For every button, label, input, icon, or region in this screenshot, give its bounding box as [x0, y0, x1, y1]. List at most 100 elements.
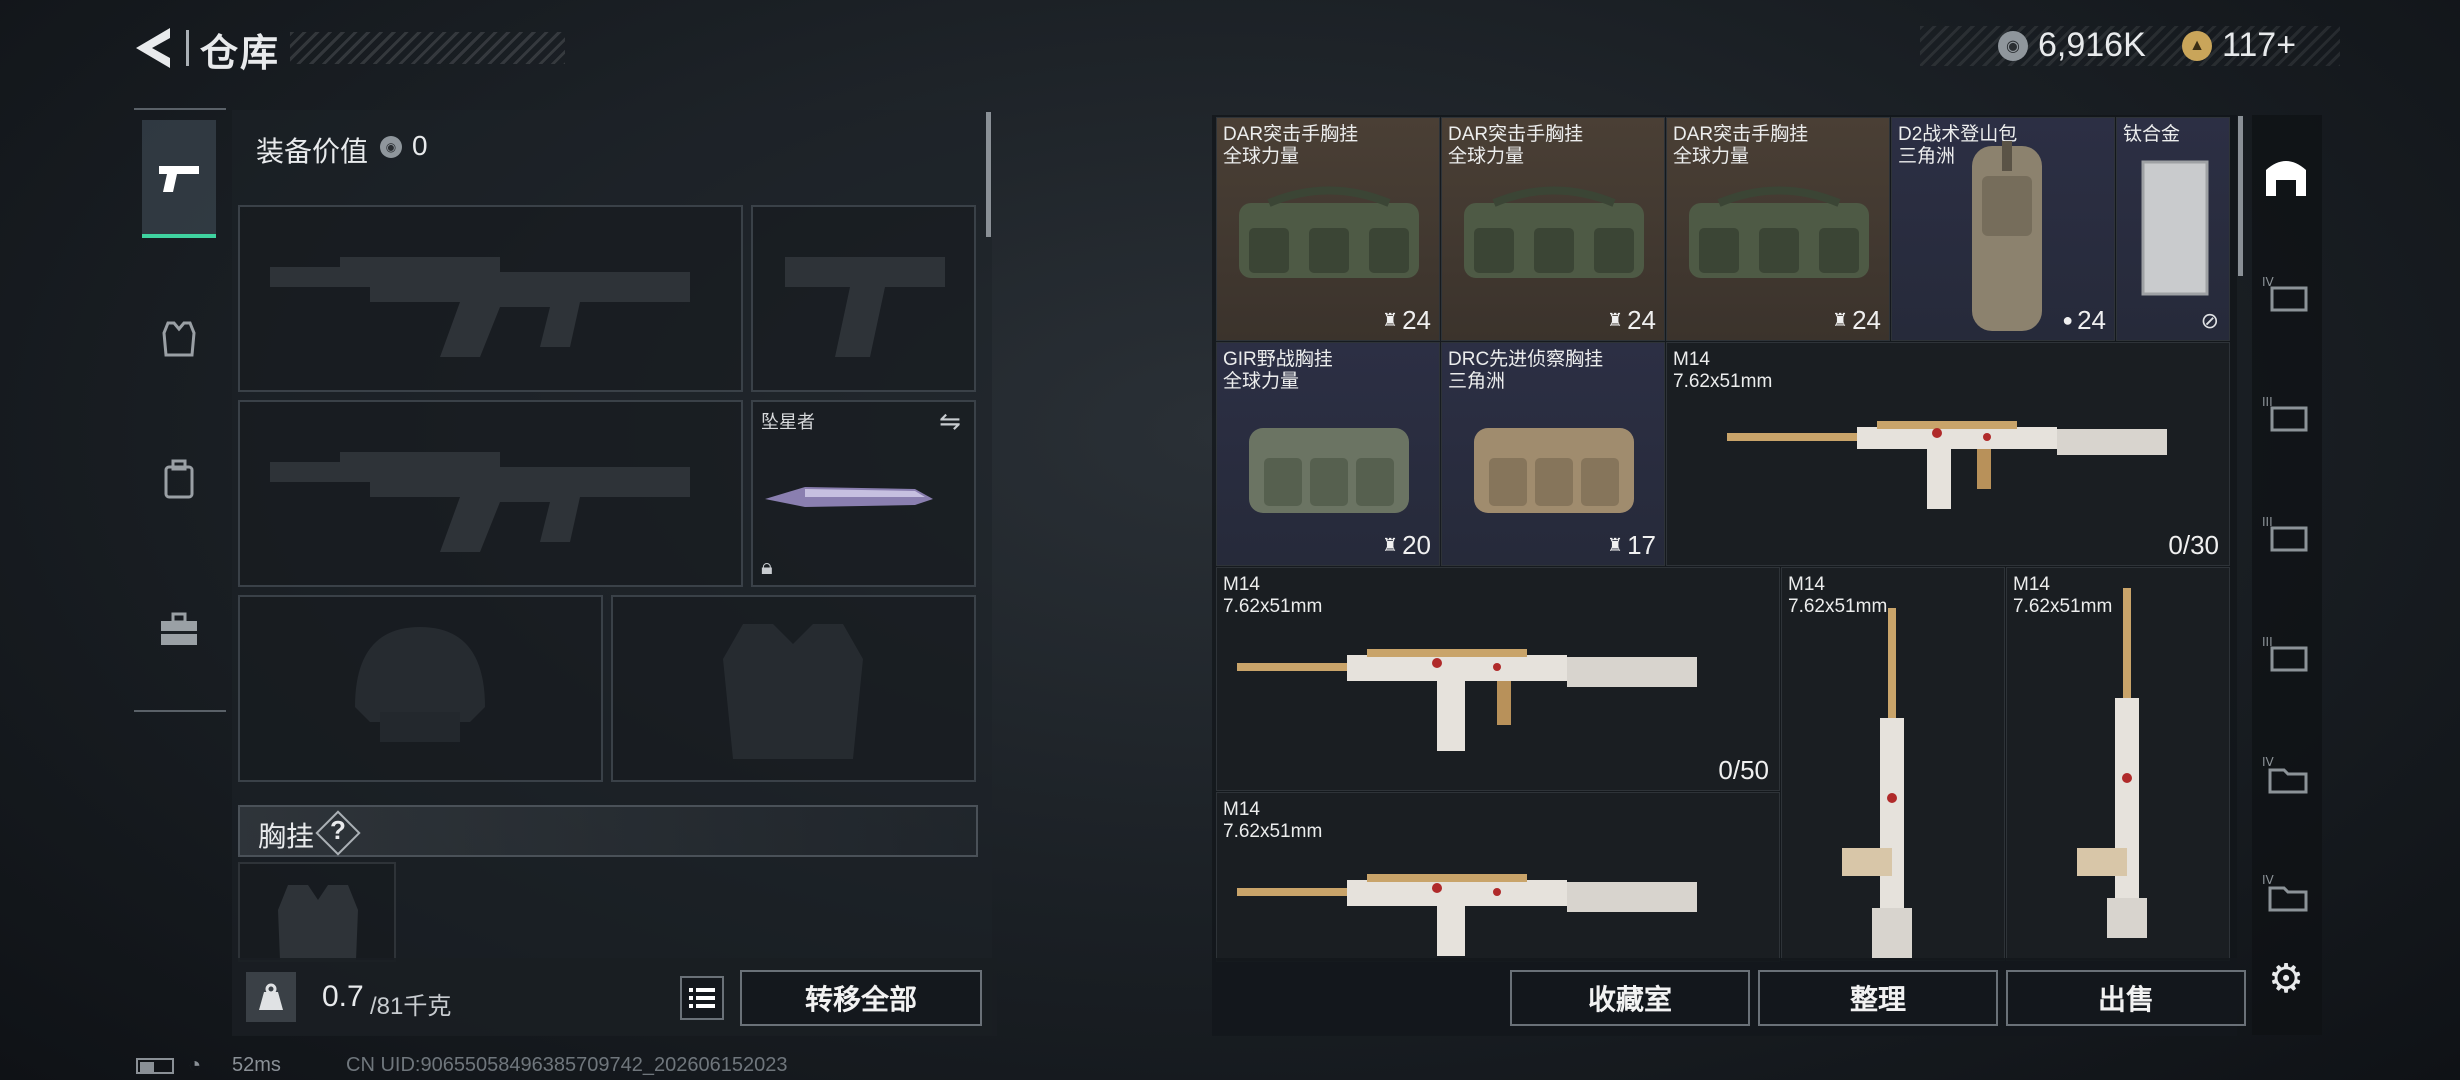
- durability-icon: ♜: [1606, 310, 1624, 330]
- tab-case[interactable]: [142, 570, 216, 688]
- stash-level-icon: III: [2262, 515, 2308, 552]
- item-sub: 7.62x51mm: [1223, 821, 1323, 842]
- m14-rifle-image: [1237, 649, 1697, 751]
- svg-text:IV: IV: [2262, 755, 2275, 769]
- chest-rig-image: [1249, 428, 1409, 513]
- item-sub: 三角洲: [1448, 371, 1506, 392]
- loadout-scrollbar[interactable]: [986, 112, 991, 237]
- back-button[interactable]: [130, 24, 178, 72]
- pistol-silhouette-icon: [785, 257, 945, 357]
- weight-max: /81千克: [370, 993, 452, 1020]
- item-name: GIR野战胸挂: [1223, 349, 1333, 370]
- stash-item-m14[interactable]: M14 7.62x51mm 0/30: [1666, 342, 2230, 566]
- settings-icon[interactable]: ⚙: [2262, 955, 2310, 1003]
- item-count: ♜ 24: [1606, 305, 1656, 335]
- item-count: ♜ 24: [1831, 305, 1881, 335]
- token-icon: ▲: [2182, 31, 2212, 61]
- collection-button[interactable]: 收藏室: [1510, 970, 1750, 1026]
- svg-text:IV: IV: [2262, 873, 2275, 887]
- stash-page-4b[interactable]: IV: [2262, 750, 2310, 798]
- coin-balance: 6,916K: [2038, 26, 2146, 64]
- item-sub: 全球力量: [1223, 371, 1300, 392]
- chest-rig-image: [1239, 186, 1419, 278]
- stash-item-m14[interactable]: M14 7.62x51mm: [1781, 567, 2005, 961]
- item-count: ♜ 17: [1606, 530, 1656, 560]
- coin-icon: ◉: [1998, 31, 2028, 61]
- item-name: M14: [1788, 574, 1825, 595]
- rifle-silhouette-icon: [270, 452, 690, 552]
- item-name: M14: [2013, 574, 2050, 595]
- chest-rig-slot[interactable]: [238, 862, 396, 962]
- item-count: ♜ 20: [1381, 530, 1431, 560]
- item-sub: 全球力量: [1448, 146, 1525, 167]
- ammo-count: 0/50: [1718, 755, 1769, 785]
- item-name: DAR突击手胸挂: [1673, 124, 1809, 145]
- armor-slot[interactable]: [611, 595, 976, 782]
- stash-item-chest-rig[interactable]: DRC先进侦察胸挂 三角洲 ♜ 17: [1441, 342, 1665, 566]
- uid-text: CN UID:9065505849638570974​2_20260615202…: [346, 1054, 788, 1076]
- m14-rifle-image: [1237, 874, 1697, 956]
- stash-item-m14[interactable]: M14 7.62x51mm: [1216, 792, 1780, 962]
- tab-backpack[interactable]: [142, 420, 216, 538]
- sell-button[interactable]: 出售: [2006, 970, 2246, 1026]
- stash-item-backpack[interactable]: D2战术登山包 三角洲 ● 24: [1891, 117, 2115, 341]
- stash-folder-icon: IV: [2262, 873, 2308, 912]
- backpack-icon: [164, 459, 194, 499]
- tab-weapons[interactable]: [142, 120, 216, 238]
- title-divider: [186, 30, 189, 66]
- equipment-value-label: 装备价值: [256, 136, 369, 167]
- chest-rig-label: 胸挂: [258, 821, 315, 852]
- pistol-slot[interactable]: [751, 205, 976, 392]
- armor-vest-icon: [162, 321, 196, 357]
- melee-slot[interactable]: 坠星者 ⇋ 🔒︎: [751, 400, 976, 587]
- stash-scrollbar[interactable]: [2238, 116, 2243, 276]
- stash-item-chest-rig[interactable]: DAR突击手胸挂 全球力量 ♜ 24: [1666, 117, 1890, 341]
- swap-icon[interactable]: ⇋: [939, 406, 961, 437]
- stash-page-4a[interactable]: IV: [2262, 270, 2310, 318]
- stash-item-chest-rig[interactable]: DAR突击手胸挂 全球力量 ♜ 24: [1216, 117, 1440, 341]
- stash-item-titanium[interactable]: 钛合金 ⊘: [2116, 117, 2230, 341]
- item-count: ● 24: [2062, 305, 2106, 335]
- item-sub: 三角洲: [1898, 146, 1956, 167]
- transfer-all-button[interactable]: 转移全部: [740, 970, 982, 1026]
- item-name: M14: [1223, 574, 1260, 595]
- stash-page-3b[interactable]: III: [2262, 510, 2310, 558]
- tabs-bottom-line: [134, 710, 226, 712]
- token-balance: 117+: [2222, 26, 2297, 64]
- stash-level-icon: III: [2262, 635, 2308, 672]
- primary-weapon-slot[interactable]: [238, 205, 743, 392]
- stash-item-chest-rig[interactable]: DAR突击手胸挂 全球力量 ♜ 24: [1441, 117, 1665, 341]
- stash-page-main[interactable]: [2262, 152, 2310, 200]
- weight-current: 0.7: [322, 980, 364, 1013]
- chest-rig-silhouette-icon: [278, 885, 358, 960]
- item-count: ♜ 24: [1381, 305, 1431, 335]
- backpack-small-icon: ●: [2062, 310, 2074, 330]
- item-name: M14: [1673, 349, 1710, 370]
- helmet-slot[interactable]: [238, 595, 603, 782]
- stash-item-chest-rig[interactable]: GIR野战胸挂 全球力量 ♜ 20: [1216, 342, 1440, 566]
- weight-icon: [246, 972, 296, 1022]
- tab-gear[interactable]: [142, 280, 216, 398]
- rifle-silhouette-icon: [270, 257, 690, 357]
- list-icon: [689, 988, 715, 1008]
- item-sub: 全球力量: [1223, 146, 1300, 167]
- titanium-plate-image: [2141, 160, 2209, 296]
- stash-page-4c[interactable]: IV: [2262, 868, 2310, 916]
- help-icon[interactable]: ?: [330, 815, 346, 846]
- backpack-image: [1972, 141, 2042, 331]
- m14-rifle-vertical-image: [1842, 608, 1912, 958]
- sort-button[interactable]: 整理: [1758, 970, 1998, 1026]
- secondary-weapon-slot[interactable]: [238, 400, 743, 587]
- stash-folder-icon: IV: [2262, 755, 2308, 794]
- list-view-button[interactable]: [680, 976, 724, 1020]
- stash-page-3c[interactable]: III: [2262, 630, 2310, 678]
- melee-name: 坠星者: [761, 412, 815, 432]
- stash-level-icon: IV: [2262, 275, 2308, 312]
- item-name: DAR突击手胸挂: [1223, 124, 1359, 145]
- equipment-value: 0: [412, 130, 428, 161]
- stash-page-3a[interactable]: III: [2262, 390, 2310, 438]
- stash-item-m14[interactable]: M14 7.62x51mm: [2006, 567, 2230, 961]
- warehouse-icon: [2266, 161, 2306, 196]
- title-stripe: [290, 32, 565, 64]
- stash-item-m14[interactable]: M14 7.62x51mm 0/50: [1216, 567, 1780, 791]
